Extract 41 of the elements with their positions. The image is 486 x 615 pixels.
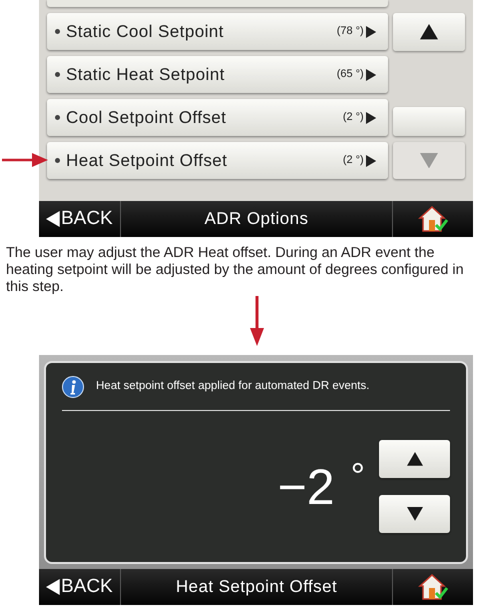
menu-item[interactable]: Static Heat Setpoint (65 °)	[47, 56, 388, 93]
menu-item[interactable]: Static Cool Setpoint (78 °)	[47, 13, 388, 50]
item-value: (65 °)	[336, 67, 364, 82]
screen-title: Heat Setpoint Offset	[174, 576, 338, 598]
item-label: Static Heat Setpoint	[66, 64, 225, 86]
scroll-up-button[interactable]	[393, 13, 465, 51]
decrease-button[interactable]	[379, 495, 450, 533]
info-icon	[62, 376, 84, 398]
item-value: (78 °)	[336, 24, 364, 40]
back-arrow-icon	[46, 579, 60, 595]
chevron-right-icon	[366, 154, 376, 166]
back-button[interactable]: BACK	[39, 201, 121, 237]
down-triangle-icon	[420, 152, 438, 168]
chevron-right-icon	[366, 68, 376, 80]
item-label: Heat Setpoint Offset	[66, 150, 228, 172]
home-check-icon[interactable]	[418, 205, 448, 233]
back-button[interactable]: BACK	[39, 569, 121, 605]
info-text: Heat setpoint offset applied for automated DR events.	[96, 378, 370, 394]
menu-item[interactable]: Cool Setpoint Offset (2 °)	[47, 99, 388, 136]
screen-title: ADR Options	[204, 208, 310, 230]
home-check-icon[interactable]	[418, 573, 448, 601]
down-arrow	[250, 296, 264, 346]
back-arrow-icon	[46, 211, 60, 227]
item-value: (2 °)	[342, 153, 364, 168]
menu-item[interactable]: Heat Setpoint Offset (2 °)	[47, 142, 388, 179]
up-triangle-icon	[420, 24, 438, 40]
offset-value: −2	[278, 462, 335, 512]
chevron-right-icon	[366, 112, 376, 124]
bullet-icon	[55, 158, 60, 163]
bullet-icon	[55, 115, 60, 120]
down-triangle-icon	[406, 507, 422, 521]
bullet-icon	[55, 29, 60, 34]
bullet-icon	[55, 72, 60, 77]
chevron-right-icon	[366, 26, 376, 38]
description-text: The user may adjust the ADR Heat offset. During an ADR event the heating setpoint will be adjusted by the amount of degrees configured in this step.	[6, 245, 465, 296]
item-label: Cool Setpoint Offset	[66, 106, 226, 129]
increase-button[interactable]	[379, 440, 450, 478]
item-value: (2 °)	[342, 110, 364, 126]
item-label: Static Cool Setpoint	[66, 20, 224, 43]
up-triangle-icon	[406, 452, 422, 466]
degree-unit: °	[350, 458, 365, 494]
